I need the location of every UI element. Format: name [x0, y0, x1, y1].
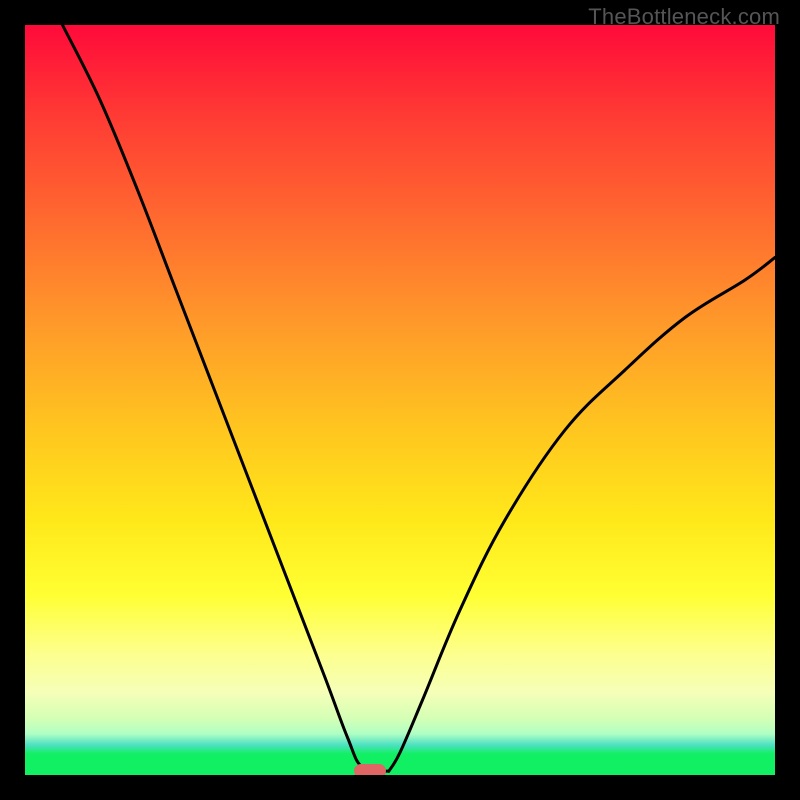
bottleneck-curve-left	[63, 25, 389, 771]
bottleneck-curve-right	[389, 258, 775, 772]
bottleneck-marker	[354, 764, 386, 775]
chart-frame: TheBottleneck.com	[0, 0, 800, 800]
curve-layer	[25, 25, 775, 775]
plot-area	[25, 25, 775, 775]
watermark-text: TheBottleneck.com	[588, 4, 780, 30]
